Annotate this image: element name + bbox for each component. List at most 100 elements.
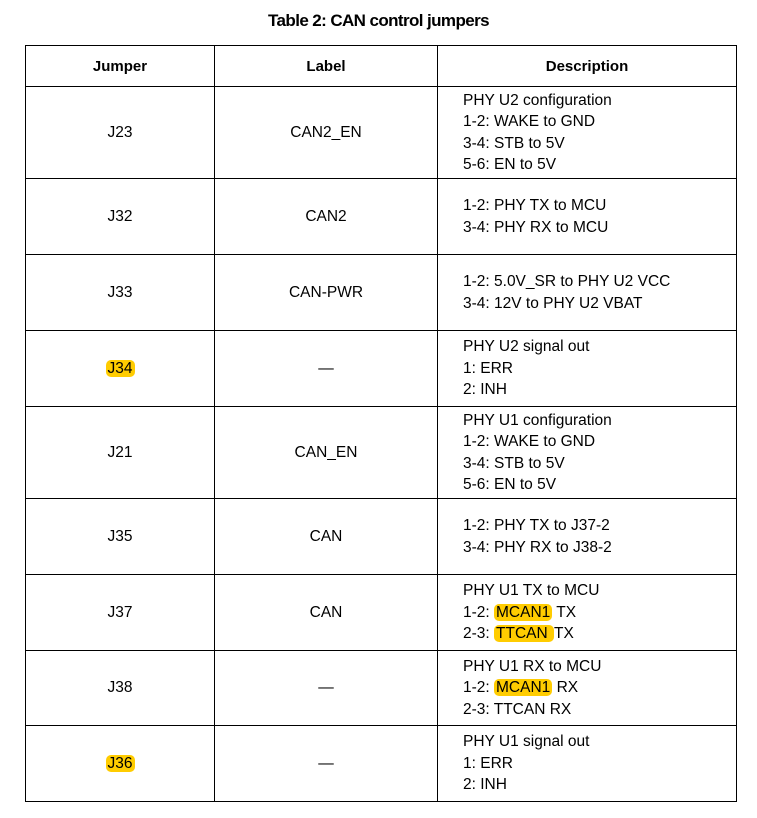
cell-jumper: J36	[25, 725, 215, 802]
table-row: J36 — PHY U1 signal out 1: ERR 2: INH	[25, 725, 737, 802]
table-row: J32 CAN2 1-2: PHY TX to MCU 3-4: PHY RX to …	[25, 178, 737, 255]
description-line: 2: INH	[463, 379, 736, 401]
cell-label: CAN-PWR	[214, 254, 438, 331]
table-caption: Table 2: CAN control jumpers	[268, 11, 490, 30]
cell-label: CAN2	[214, 178, 438, 255]
cell-jumper: J21	[25, 406, 215, 499]
description-text: TX	[553, 625, 574, 643]
description-text: 1-2: 5.0V_SR to PHY U2 VCC	[463, 273, 671, 290]
description-text: 3-4: PHY RX to J38-2	[463, 538, 612, 556]
jumper-label: CAN-PWR	[288, 283, 364, 301]
description-text: 3-4: PHY RX to MCU	[463, 218, 609, 236]
description-line: 5-6: EN to 5V	[463, 154, 736, 176]
description-line: 1-2: 5.0V_SR to PHY U2 VCC	[463, 271, 736, 293]
description-text: 5-6: EN to 5V	[463, 476, 557, 493]
description-text: 1-2: WAKE to GND	[463, 113, 596, 130]
description-line: 2-3: TTCAN RX	[463, 699, 736, 721]
jumper-id: J34	[105, 359, 135, 377]
description-line: PHY U1 RX to MCU	[463, 656, 736, 678]
cell-label: —	[214, 725, 438, 802]
table-row: J35 CAN 1-2: PHY TX to J37-2 3-4: PHY RX to…	[25, 498, 737, 575]
jumper-id: J32	[107, 207, 133, 225]
jumper-label: CAN_EN	[294, 443, 358, 461]
jumper-label: CAN	[309, 603, 343, 621]
jumper-id: J35	[107, 527, 133, 545]
description-line: 5-6: EN to 5V	[463, 474, 736, 496]
cell-description: PHY U1 RX to MCU 1-2: MCAN1 RX 2-3: TTCAN …	[437, 650, 737, 726]
description-text: 1-2: PHY TX to MCU	[463, 197, 607, 214]
cell-jumper: J37	[25, 574, 215, 651]
description-line: 1-2: PHY TX to MCU	[463, 195, 736, 217]
description-line: 1: ERR	[463, 358, 736, 380]
header-label: Label	[214, 45, 438, 87]
description-text: 1: ERR	[463, 754, 513, 772]
description-line: 1-2: WAKE to GND	[463, 111, 736, 133]
cell-jumper: J34	[25, 330, 215, 407]
highlighted-text: MCAN1	[494, 603, 553, 621]
cell-description: 1-2: 5.0V_SR to PHY U2 VCC 3-4: 12V to PH…	[437, 254, 737, 331]
cell-jumper: J32	[25, 178, 215, 255]
description-text: PHY U2 configuration	[463, 91, 612, 109]
cell-jumper: J38	[25, 650, 215, 726]
description-text: PHY U1 RX to MCU	[463, 657, 602, 675]
cell-description: 1-2: PHY TX to J37-2 3-4: PHY RX to J38-2	[437, 498, 737, 575]
cell-label: CAN_EN	[214, 406, 438, 499]
description-text: PHY U1 TX to MCU	[463, 582, 600, 600]
description-text: PHY U1 configuration	[463, 411, 612, 429]
description-text: PHY U2 signal out	[463, 338, 590, 356]
cell-label: —	[214, 330, 438, 407]
description-text: PHY U1 signal out	[463, 733, 590, 751]
cell-jumper: J23	[25, 86, 215, 179]
description-text: TX	[552, 603, 577, 621]
description-line: 2-3: TTCAN TX	[463, 623, 736, 645]
description-line: 1-2: PHY TX to J37-2	[463, 515, 736, 537]
description-line: 2: INH	[463, 774, 736, 796]
table-row: J23 CAN2_EN PHY U2 configuration 1-2: WAKE …	[25, 86, 737, 179]
description-line: 1-2: WAKE to GND	[463, 431, 736, 453]
cell-label: CAN	[214, 574, 438, 651]
description-line: PHY U2 configuration	[463, 90, 736, 112]
table-row: J38 — PHY U1 RX to MCU 1-2: MCAN1 RX 2-3: TT…	[25, 650, 737, 726]
table-row: J33 CAN-PWR 1-2: 5.0V_SR to PHY U2 VCC 3-4:…	[25, 254, 737, 331]
jumper-id: J23	[107, 123, 133, 141]
description-text: 1-2:	[463, 603, 495, 621]
description-line: 1-2: MCAN1 RX	[463, 677, 736, 699]
header-description: Description	[437, 45, 737, 87]
description-text: 2-3:	[463, 625, 495, 643]
description-text: 2: INH	[463, 776, 507, 794]
description-line: 3-4: STB to 5V	[463, 133, 736, 155]
description-text: 2: INH	[463, 381, 507, 399]
description-text: 3-4: 12V to PHY U2 VBAT	[463, 294, 643, 312]
description-line: 3-4: PHY RX to J38-2	[463, 537, 736, 559]
cell-description: PHY U1 configuration 1-2: WAKE to GND 3-4:…	[437, 406, 737, 499]
description-text: 1-2:	[463, 679, 495, 697]
jumper-id: J37	[107, 603, 133, 621]
jumper-label: —	[318, 679, 334, 696]
table-header-row: Jumper Label Description	[25, 45, 737, 87]
description-line: PHY U1 TX to MCU	[463, 580, 736, 602]
jumper-id: J21	[107, 443, 133, 461]
description-line: PHY U1 configuration	[463, 410, 736, 432]
header-jumper: Jumper	[25, 45, 215, 87]
jumper-id: J33	[107, 283, 133, 301]
cell-description: PHY U2 configuration 1-2: WAKE to GND 3-4:…	[437, 86, 737, 179]
description-line: PHY U1 signal out	[463, 731, 736, 753]
cell-description: PHY U1 signal out 1: ERR 2: INH	[437, 725, 737, 802]
table-row: J21 CAN_EN PHY U1 configuration 1-2: WAKE t…	[25, 406, 737, 499]
description-line: 1-2: MCAN1 TX	[463, 602, 736, 624]
description-line: 3-4: PHY RX to MCU	[463, 217, 736, 239]
jumper-label: —	[318, 359, 334, 377]
cell-description: PHY U1 TX to MCU 1-2: MCAN1 TX 2-3: TTCAN …	[437, 574, 737, 651]
cell-label: CAN2_EN	[214, 86, 438, 179]
description-text: 2-3: TTCAN RX	[463, 700, 572, 718]
cell-description: PHY U2 signal out 1: ERR 2: INH	[437, 330, 737, 407]
jumper-label: CAN2_EN	[290, 123, 362, 141]
description-text: 1: ERR	[463, 359, 513, 377]
table-row: J34 — PHY U2 signal out 1: ERR 2: INH	[25, 330, 737, 407]
description-line: 3-4: 12V to PHY U2 VBAT	[463, 293, 736, 315]
jumper-id: J36	[105, 754, 135, 772]
description-text: 3-4: STB to 5V	[463, 454, 565, 472]
description-line: 1: ERR	[463, 753, 736, 775]
description-text: 3-4: STB to 5V	[463, 134, 565, 152]
highlighted-text: MCAN1	[494, 679, 553, 697]
